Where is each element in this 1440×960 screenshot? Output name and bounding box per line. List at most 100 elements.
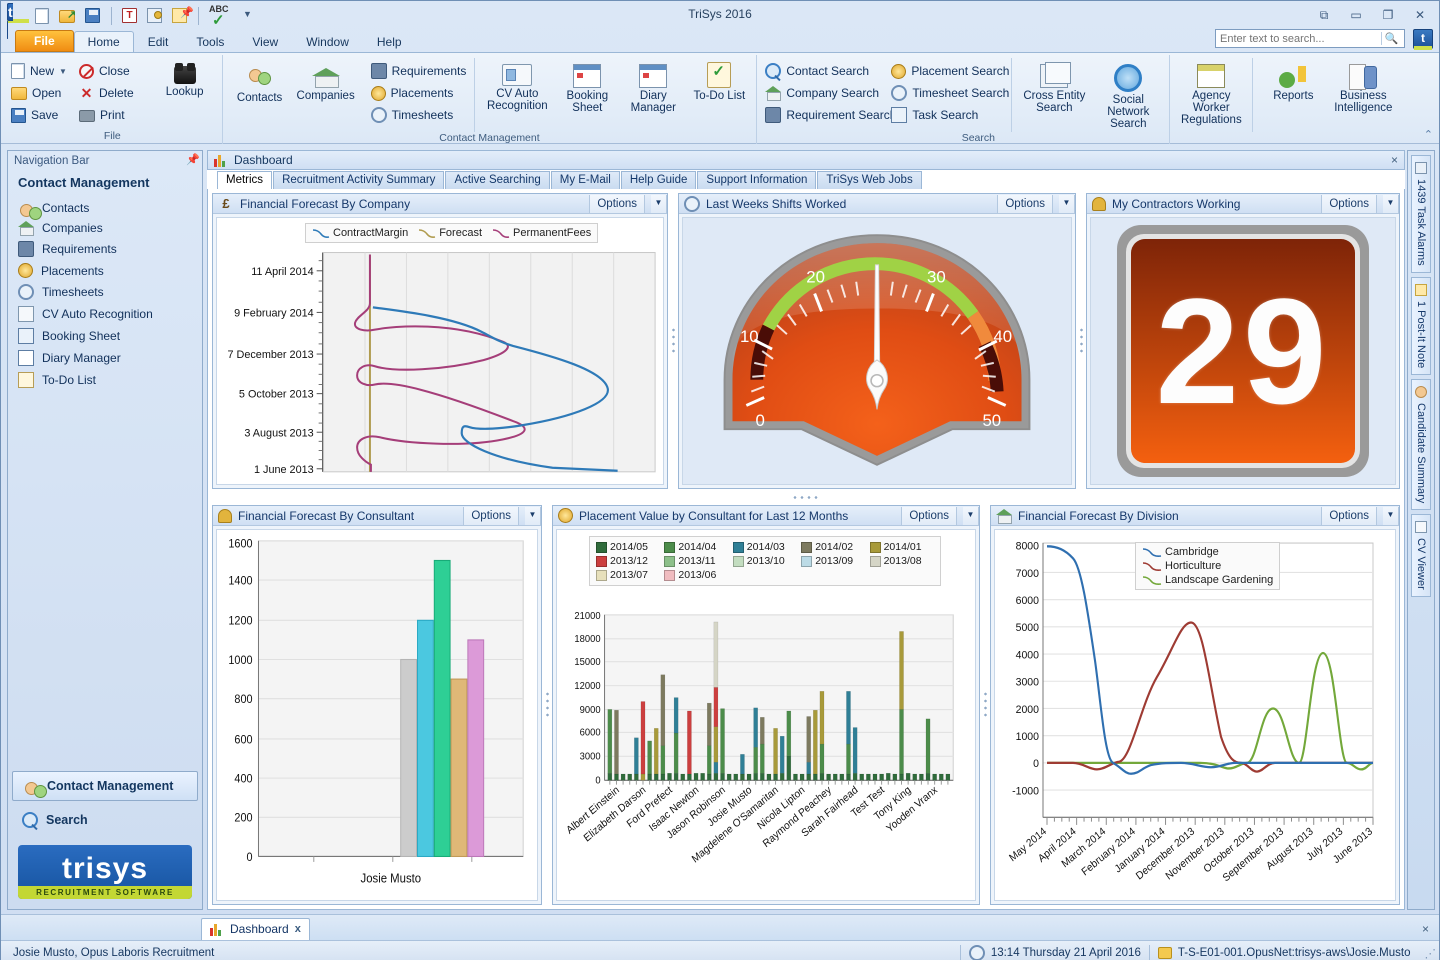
chevron-down-icon[interactable]: ▼ xyxy=(963,506,979,525)
minimize-icon[interactable]: ▭ xyxy=(1345,5,1367,25)
sidebar-item-contacts[interactable]: Contacts xyxy=(8,198,202,220)
new-document-icon[interactable] xyxy=(32,5,54,27)
chevron-down-icon[interactable]: ▼ xyxy=(525,506,541,525)
vertical-splitter-4[interactable] xyxy=(980,505,990,905)
chevron-down-icon[interactable]: ▼ xyxy=(1383,506,1399,525)
trisys-logo-icon[interactable]: t xyxy=(7,3,29,39)
sidebar-tab-cv-viewer[interactable]: CV Viewer xyxy=(1411,514,1431,597)
trisys-help-button[interactable]: t xyxy=(1413,29,1433,49)
sidebar-item-cv-auto-recognition[interactable]: CV Auto Recognition xyxy=(8,303,202,325)
collapse-ribbon-icon[interactable]: ⌃ xyxy=(1424,128,1433,141)
sidebar-tab-candidate-summary[interactable]: Candidate Summary xyxy=(1411,378,1431,511)
tab-edit[interactable]: Edit xyxy=(134,31,183,52)
ribbon-task-search-button[interactable]: Task Search xyxy=(889,104,1009,126)
tab-active-searching[interactable]: Active Searching xyxy=(445,171,550,189)
resize-grip-icon[interactable]: ⋰ xyxy=(1425,946,1436,960)
sidebar-item-placements[interactable]: Placements xyxy=(8,260,202,281)
chevron-down-icon[interactable]: ▼ xyxy=(1059,194,1075,213)
sidebar-tab-task-alarms[interactable]: 1439 Task Alarms xyxy=(1411,155,1431,273)
nav-button-contact-management[interactable]: Contact Management xyxy=(12,771,198,801)
chevron-down-icon[interactable]: ▼ xyxy=(651,194,667,213)
sidebar-item-booking-sheet[interactable]: Booking Sheet xyxy=(8,325,202,347)
ribbon-agency-worker-regulations-button[interactable]: Agency Worker Regulations xyxy=(1174,62,1248,128)
sidebar-item-requirements[interactable]: Requirements xyxy=(8,238,202,260)
spellcheck-icon[interactable]: ABC ✓ xyxy=(206,4,236,29)
ribbon-contacts-button[interactable]: Contacts xyxy=(227,64,293,106)
ribbon-lookup-button[interactable]: Lookup xyxy=(152,63,218,100)
chevron-down-icon[interactable]: ▼ xyxy=(1383,194,1399,213)
tab-help[interactable]: Help xyxy=(363,31,416,52)
sidebar-tab-post-it-note[interactable]: 1 Post-It Note xyxy=(1411,276,1431,375)
tab-file[interactable]: File xyxy=(15,30,74,52)
customize-qat-icon[interactable]: ▼ xyxy=(239,5,257,27)
options-button[interactable]: Options xyxy=(463,506,519,525)
maximize-icon[interactable]: ❐ xyxy=(1377,5,1399,25)
document-close-icon[interactable]: × xyxy=(1391,153,1398,167)
ribbon-requirement-search-button[interactable]: Requirement Search xyxy=(763,104,896,126)
ribbon-new-button[interactable]: New ▼ xyxy=(9,60,73,82)
alarm-list-icon[interactable] xyxy=(144,5,166,27)
ribbon-cross-entity-search-button[interactable]: Cross Entity Search xyxy=(1017,62,1091,116)
ribbon-booking-sheet-button[interactable]: Booking Sheet xyxy=(554,62,620,116)
global-search[interactable]: 🔍 xyxy=(1215,29,1405,48)
tab-tools[interactable]: Tools xyxy=(182,31,238,52)
close-icon[interactable]: ✕ xyxy=(1409,5,1431,25)
ribbon-company-search-button[interactable]: Company Search xyxy=(763,82,885,104)
ribbon-requirements-button[interactable]: Requirements xyxy=(369,60,473,82)
ribbon-placement-search-button[interactable]: Placement Search xyxy=(889,60,1009,82)
ribbon-print-button[interactable]: Print xyxy=(77,104,140,126)
sidebar-item-to-do-list[interactable]: To-Do List xyxy=(8,369,202,391)
sidebar-item-timesheets[interactable]: Timesheets xyxy=(8,281,202,303)
options-button[interactable]: Options xyxy=(1321,194,1377,213)
ribbon-contact-search-button[interactable]: Contact Search xyxy=(763,60,885,82)
sidebar-item-companies[interactable]: Companies xyxy=(8,218,202,238)
close-all-icon[interactable]: × xyxy=(1422,922,1429,936)
ribbon-companies-button[interactable]: Companies xyxy=(293,64,359,104)
ribbon-close-button[interactable]: Close xyxy=(77,60,140,82)
search-icon[interactable]: 🔍 xyxy=(1381,32,1401,45)
restore-down-icon[interactable]: ⧉ xyxy=(1313,5,1335,25)
ribbon-diary-manager-button[interactable]: Diary Manager xyxy=(620,62,686,116)
chevron-down-icon[interactable]: ▼ xyxy=(59,67,67,76)
ribbon-timesheets-button[interactable]: Timesheets xyxy=(369,104,473,126)
tab-my-email[interactable]: My E-Mail xyxy=(550,171,620,189)
open-folder-icon[interactable]: ↗ xyxy=(57,5,79,27)
close-icon[interactable]: x xyxy=(295,923,301,935)
nav-button-search[interactable]: Search xyxy=(12,805,198,835)
panel-financial-forecast-by-consultant: Financial Forecast By Consultant Options… xyxy=(212,505,542,905)
ribbon-delete-button[interactable]: ✕ Delete xyxy=(77,82,140,104)
horizontal-splitter[interactable] xyxy=(212,493,1400,501)
tab-window[interactable]: Window xyxy=(292,31,363,52)
post-it-icon[interactable]: 📌 xyxy=(169,5,194,27)
tab-home[interactable]: Home xyxy=(73,31,134,52)
ribbon-business-intelligence-button[interactable]: Business Intelligence xyxy=(1326,62,1400,116)
ribbon-placements-button[interactable]: Placements xyxy=(369,82,473,104)
tab-metrics[interactable]: Metrics xyxy=(217,171,273,190)
ribbon-cv-auto-recognition-button[interactable]: CV Auto Recognition xyxy=(480,62,554,114)
ribbon-save-button[interactable]: Save xyxy=(9,104,73,126)
text-format-icon[interactable]: T xyxy=(119,5,141,27)
ribbon-social-network-search-button[interactable]: Social Network Search xyxy=(1091,62,1165,132)
search-input[interactable] xyxy=(1216,32,1381,45)
ribbon-timesheet-search-button[interactable]: Timesheet Search xyxy=(889,82,1009,104)
save-disk-icon[interactable] xyxy=(82,5,104,27)
pin-icon[interactable]: 📌 xyxy=(186,155,200,167)
taskbar-tab-dashboard[interactable]: Dashboard x xyxy=(201,918,310,940)
vertical-splitter-3[interactable] xyxy=(542,505,552,905)
ribbon-todo-list-button[interactable]: To-Do List xyxy=(686,60,752,104)
tab-view[interactable]: View xyxy=(238,31,292,52)
tab-recruitment-activity-summary[interactable]: Recruitment Activity Summary xyxy=(273,171,445,189)
sidebar-item-diary-manager[interactable]: Diary Manager xyxy=(8,347,202,369)
tab-help-guide[interactable]: Help Guide xyxy=(620,171,697,189)
options-button[interactable]: Options xyxy=(997,194,1053,213)
ribbon-reports-button[interactable]: Reports xyxy=(1260,62,1326,104)
ribbon-open-button[interactable]: Open xyxy=(9,82,73,104)
vertical-splitter-2[interactable] xyxy=(1076,193,1086,489)
options-button[interactable]: Options xyxy=(1321,506,1377,525)
vertical-splitter[interactable] xyxy=(668,193,678,489)
options-button[interactable]: Options xyxy=(589,194,645,213)
tab-trisys-web-jobs[interactable]: TriSys Web Jobs xyxy=(817,171,922,189)
options-button[interactable]: Options xyxy=(901,506,957,525)
bar-segment xyxy=(852,727,858,774)
tab-support-information[interactable]: Support Information xyxy=(697,171,817,189)
